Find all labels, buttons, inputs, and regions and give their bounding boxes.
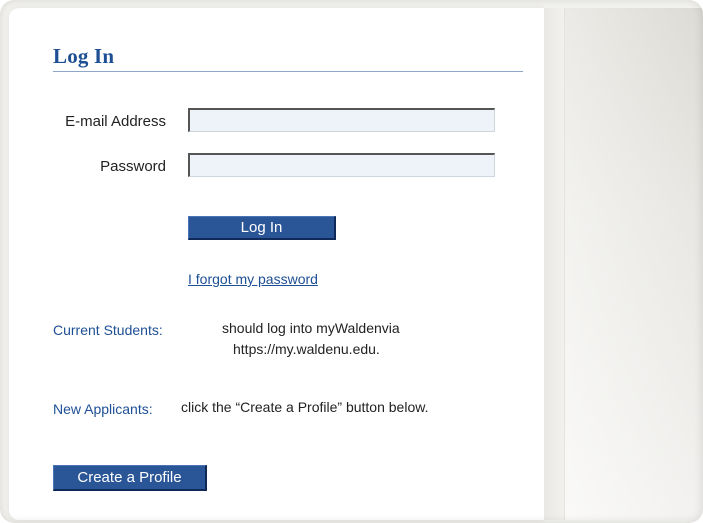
current-students-line1: should log into myWaldenvia: [222, 320, 400, 336]
panel-divider: [544, 8, 564, 520]
title-divider: [53, 71, 523, 72]
side-panel: [564, 8, 703, 520]
page-title: Log In: [53, 44, 115, 68]
password-field[interactable]: [188, 153, 495, 177]
login-panel: [9, 8, 544, 520]
current-students-line2: https://my.waldenu.edu.: [233, 341, 380, 357]
email-field[interactable]: [188, 108, 495, 132]
forgot-password-link[interactable]: I forgot my password: [188, 271, 318, 287]
new-applicants-text: click the “Create a Profile” button belo…: [181, 399, 429, 415]
password-label: Password: [100, 158, 166, 175]
page-frame: Log In E-mail Address Password Log In I …: [0, 0, 703, 523]
new-applicants-label: New Applicants:: [53, 401, 153, 417]
current-students-label: Current Students:: [53, 322, 163, 338]
create-profile-button[interactable]: Create a Profile: [53, 465, 207, 491]
email-label: E-mail Address: [65, 113, 166, 130]
login-button[interactable]: Log In: [188, 216, 336, 240]
